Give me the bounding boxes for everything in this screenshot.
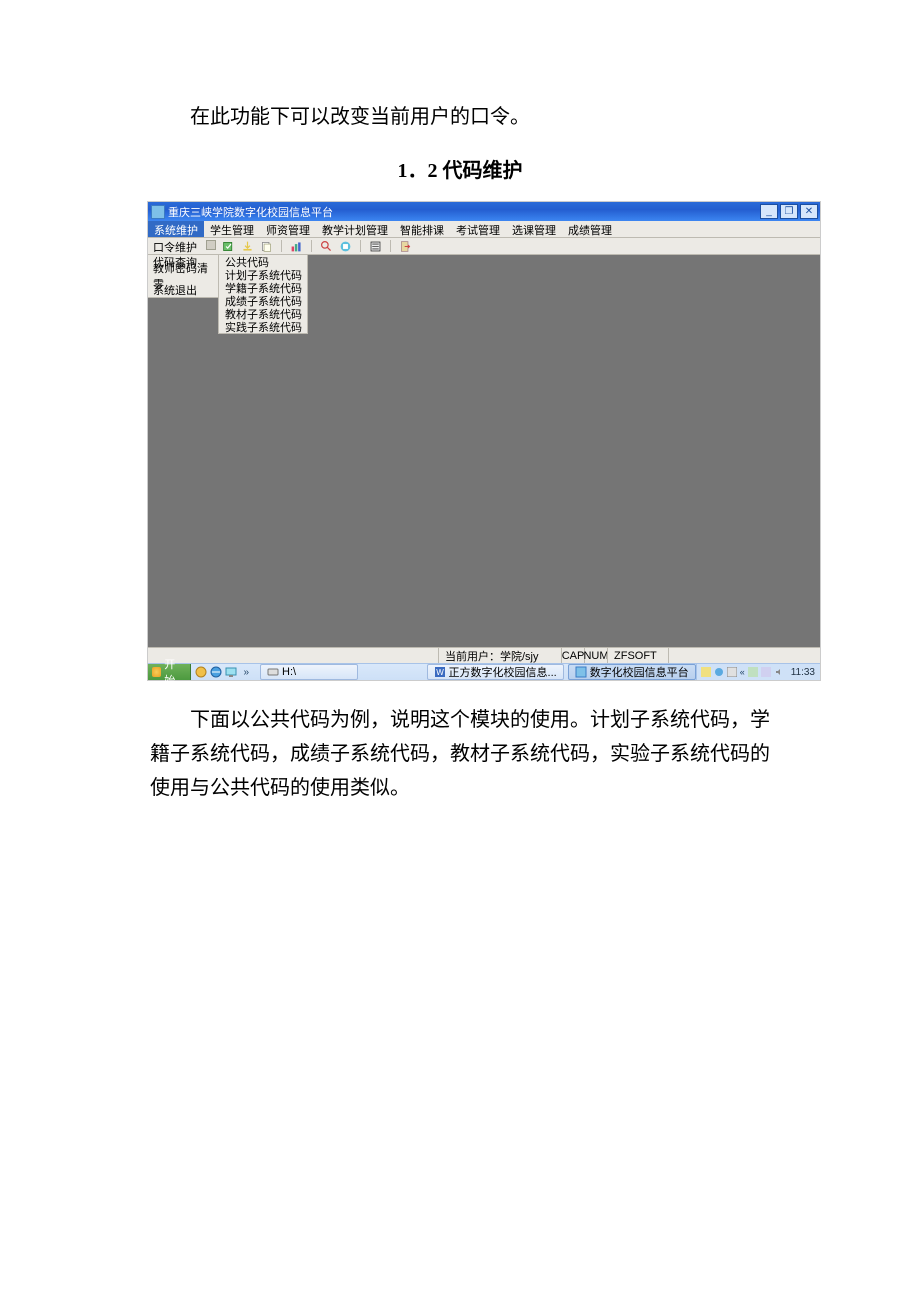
tray-icon-4[interactable] — [748, 667, 758, 677]
menu-teacher-mgmt[interactable]: 师资管理 — [260, 221, 316, 237]
system-tray: « 11:33 — [696, 664, 820, 680]
menubar: 系统维护 学生管理 师资管理 教学计划管理 智能排课 考试管理 选课管理 成绩管… — [148, 221, 820, 238]
window-titlebar: 重庆三峡学院数字化校园信息平台 _ ❐ ✕ — [148, 202, 820, 221]
top-panels: 口令维护 代码查询 教师密码清零 系统退出 — [148, 238, 820, 318]
menu-system-maintenance[interactable]: 系统维护 — [148, 221, 204, 237]
left-panel: 口令维护 代码查询 教师密码清零 系统退出 — [148, 238, 219, 298]
app-title-icon — [151, 205, 165, 219]
status-current-user: 当前用户：学院/sjy — [438, 648, 561, 664]
status-num: NUM — [584, 648, 607, 664]
quicklaunch-icon-1[interactable] — [195, 666, 207, 678]
drive-icon — [267, 666, 279, 678]
address-label: H:\ — [282, 666, 296, 678]
doc-heading: 1．2 代码维护 — [150, 154, 770, 183]
window-title: 重庆三峡学院数字化校园信息平台 — [168, 204, 333, 220]
find-icon[interactable] — [320, 240, 333, 253]
chart-icon[interactable] — [290, 240, 303, 253]
task-word-label: 正方数字化校园信息... — [449, 664, 557, 680]
quicklaunch-desktop-icon[interactable] — [225, 666, 237, 678]
status-bar: 当前用户：学院/sjy CAP NUM ZFSOFT — [148, 647, 820, 664]
tray-icon-2[interactable] — [714, 667, 724, 677]
app-screenshot: 重庆三峡学院数字化校园信息平台 _ ❐ ✕ 系统维护 学生管理 师资管理 教学计… — [147, 201, 821, 681]
menu-grades[interactable]: 成绩管理 — [562, 221, 618, 237]
tray-icon-1[interactable] — [701, 667, 711, 677]
menu-exam-mgmt[interactable]: 考试管理 — [450, 221, 506, 237]
task-word-doc[interactable]: W 正方数字化校园信息... — [427, 664, 564, 680]
start-label: 开始 — [164, 656, 184, 688]
left-panel-header[interactable]: 口令维护 — [148, 238, 218, 255]
doc-para-2: 下面以公共代码为例，说明这个模块的使用。计划子系统代码，学籍子系统代码，成绩子系… — [150, 703, 770, 805]
start-orb-icon — [152, 667, 161, 677]
toolbar-separator-2 — [311, 240, 312, 252]
menu-plan-mgmt[interactable]: 教学计划管理 — [316, 221, 394, 237]
tray-expand[interactable]: « — [740, 667, 745, 677]
submenu-practice-code[interactable]: 实践子系统代码 — [219, 320, 307, 333]
toolbar — [218, 238, 820, 255]
status-brand: ZFSOFT — [607, 648, 668, 664]
status-filler — [668, 648, 820, 664]
toolbar-separator-4 — [390, 240, 391, 252]
left-item-clear-pwd[interactable]: 教师密码清零 — [148, 269, 218, 283]
status-cap: CAP — [561, 648, 584, 664]
menu-course-select[interactable]: 选课管理 — [506, 221, 562, 237]
app-icon — [575, 666, 587, 678]
toolbar-icon-2[interactable] — [241, 240, 254, 253]
toolbar-separator-3 — [360, 240, 361, 252]
clipboard-icon[interactable] — [260, 240, 273, 253]
quicklaunch-ie-icon[interactable] — [210, 666, 222, 678]
quicklaunch: » — [191, 666, 256, 678]
tray-icon-3[interactable] — [727, 667, 737, 677]
svg-text:W: W — [436, 668, 444, 677]
tray-icon-5[interactable] — [761, 667, 771, 677]
tray-volume-icon[interactable] — [774, 667, 784, 677]
minimize-button[interactable]: _ — [760, 204, 778, 219]
quicklaunch-expand[interactable]: » — [240, 667, 252, 678]
stop-icon[interactable] — [339, 240, 352, 253]
taskbar: 开始 » H:\ W 正方数字化校园信息... 数字化校园信息平台 — [148, 663, 820, 680]
toolbar-icon-1[interactable] — [222, 240, 235, 253]
toolbar-separator-1 — [281, 240, 282, 252]
code-maintenance-submenu: 公共代码 计划子系统代码 学籍子系统代码 成绩子系统代码 教材子系统代码 实践子… — [218, 254, 308, 334]
menu-student-mgmt[interactable]: 学生管理 — [204, 221, 260, 237]
start-button[interactable]: 开始 — [148, 664, 191, 680]
window-controls: _ ❐ ✕ — [760, 204, 818, 219]
close-button[interactable]: ✕ — [800, 204, 818, 219]
restore-button[interactable]: ❐ — [780, 204, 798, 219]
list-icon[interactable] — [369, 240, 382, 253]
taskbar-clock: 11:33 — [791, 667, 815, 678]
address-bar-task[interactable]: H:\ — [260, 664, 358, 680]
menu-schedule[interactable]: 智能排课 — [394, 221, 450, 237]
task-app-platform[interactable]: 数字化校园信息平台 — [568, 664, 696, 680]
exit-icon[interactable] — [399, 240, 412, 253]
task-app-label: 数字化校园信息平台 — [590, 664, 689, 680]
doc-para-1: 在此功能下可以改变当前用户的口令。 — [150, 100, 770, 134]
word-icon: W — [434, 666, 446, 678]
